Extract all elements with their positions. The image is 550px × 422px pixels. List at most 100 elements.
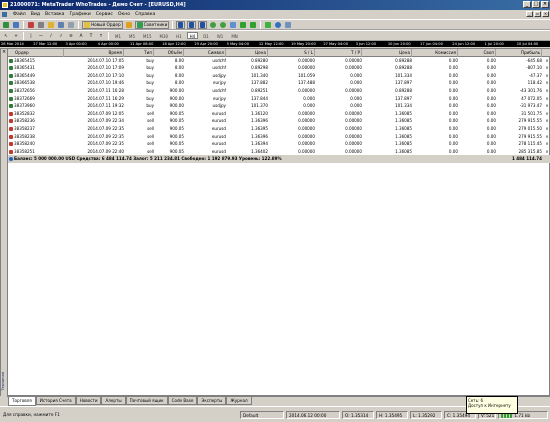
column-header-profit[interactable]: Прибыль: [498, 49, 542, 57]
menu-charts[interactable]: Графики: [70, 12, 91, 17]
timeframe-m30[interactable]: M30: [157, 32, 172, 39]
close-order-icon[interactable]: ×: [544, 87, 550, 95]
column-header-open-price[interactable]: Цена: [226, 49, 268, 57]
tab-7[interactable]: Журнал: [226, 397, 252, 405]
navigator-button[interactable]: [47, 21, 55, 29]
arrows-tool[interactable]: ↑: [97, 32, 105, 40]
menu-tools[interactable]: Сервис: [96, 12, 113, 17]
terminal-button[interactable]: [57, 21, 65, 29]
timeframe-m1[interactable]: M1: [112, 32, 124, 39]
timeframe-h1[interactable]: H1: [173, 32, 185, 39]
zoom-in-button[interactable]: [209, 21, 217, 29]
close-order-icon[interactable]: ×: [544, 57, 550, 65]
column-header-time[interactable]: Время: [64, 49, 124, 57]
tab-5[interactable]: Code Base: [167, 397, 198, 405]
fibonacci-tool[interactable]: ≡: [67, 32, 75, 40]
table-row[interactable]: 38365431 2014.07.10 17:09 buy 8.00 usdchf 0.8…: [8, 64, 550, 72]
bar-chart-button[interactable]: [176, 20, 186, 29]
timeframe-mn[interactable]: MN: [228, 32, 240, 39]
label-tool[interactable]: T: [87, 32, 95, 40]
crosshair-tool[interactable]: +: [12, 32, 20, 40]
vertical-line-tool[interactable]: |: [27, 32, 35, 40]
metaeditor-button[interactable]: [125, 21, 133, 29]
close-order-icon[interactable]: ×: [544, 72, 550, 80]
timeframe-m5[interactable]: M5: [126, 32, 138, 39]
close-order-icon[interactable]: ×: [544, 125, 550, 133]
column-header-volume[interactable]: Объём: [154, 49, 184, 57]
market-watch-button[interactable]: [27, 21, 35, 29]
menu-insert[interactable]: Вставка: [45, 12, 64, 17]
column-header-take-profit[interactable]: T / P: [316, 49, 362, 57]
close-order-icon[interactable]: ×: [544, 102, 550, 110]
column-header-symbol[interactable]: Символ: [186, 49, 226, 57]
periods-button[interactable]: [274, 21, 282, 29]
table-row[interactable]: 38366538 2014.07.10 19:46 buy 8.00 eurjpy 137…: [8, 79, 550, 87]
tester-button[interactable]: [67, 21, 75, 29]
new-order-button[interactable]: Новый Ордер: [82, 20, 123, 29]
menu-help[interactable]: Справка: [135, 12, 155, 17]
data-window-button[interactable]: [37, 21, 45, 29]
close-order-icon[interactable]: ×: [544, 117, 550, 125]
channel-tool[interactable]: ⫽: [57, 32, 65, 40]
table-row[interactable]: 38372669 2014.07.11 16:29 buy 900.00 eurjpy 1…: [8, 95, 550, 103]
close-order-icon[interactable]: ×: [544, 110, 550, 118]
tab-6[interactable]: Эксперты: [197, 397, 227, 405]
close-order-icon[interactable]: ×: [544, 64, 550, 72]
minimize-button[interactable]: _: [523, 1, 531, 8]
tab-0[interactable]: Торговля: [8, 397, 36, 406]
line-chart-button[interactable]: [198, 20, 208, 29]
timeframe-h4[interactable]: H4: [186, 32, 199, 39]
table-row[interactable]: 38358236 2014.07.09 22:34 sell 900.05 eurusd…: [8, 117, 550, 125]
auto-scroll-button[interactable]: [239, 21, 247, 29]
column-header-type[interactable]: Тип: [126, 49, 154, 57]
close-order-icon[interactable]: ×: [544, 95, 550, 103]
column-header-commission[interactable]: Комиссия: [414, 49, 458, 57]
menu-window[interactable]: Окно: [118, 12, 130, 17]
menu-view[interactable]: Вид: [31, 12, 40, 17]
column-header-order[interactable]: Ордер: [14, 49, 64, 57]
menu-file[interactable]: Файл: [13, 12, 26, 17]
new-chart-button[interactable]: [2, 21, 10, 29]
column-header-price[interactable]: Цена: [364, 49, 412, 57]
table-row[interactable]: 38358237 2014.07.09 22:35 sell 900.05 eurusd…: [8, 125, 550, 133]
close-order-icon[interactable]: ×: [544, 79, 550, 87]
close-order-icon[interactable]: ×: [544, 148, 550, 156]
cursor-tool[interactable]: ↖: [2, 32, 10, 40]
column-header-swap[interactable]: Своп: [460, 49, 496, 57]
close-order-icon[interactable]: ×: [544, 140, 550, 148]
close-order-icon[interactable]: ×: [544, 133, 550, 141]
table-row[interactable]: 38373960 2014.07.11 19:32 buy 900.00 usdjpy 1…: [8, 102, 550, 110]
tile-windows-button[interactable]: [229, 21, 237, 29]
mdi-minimize-button[interactable]: _: [526, 11, 533, 17]
table-row[interactable]: 38358251 2014.07.09 22:40 sell 900.05 eurusd…: [8, 148, 550, 156]
table-row[interactable]: 38358240 2014.07.09 22:35 sell 900.05 eurusd…: [8, 140, 550, 148]
timeframe-w1[interactable]: W1: [214, 32, 227, 39]
close-button[interactable]: ×: [541, 1, 549, 8]
advisors-button[interactable]: Советники: [134, 20, 170, 29]
mdi-restore-button[interactable]: ▫: [534, 11, 541, 17]
tab-4[interactable]: Почтовый ящик: [125, 397, 168, 405]
indicators-button[interactable]: [264, 21, 272, 29]
terminal-close-icon[interactable]: ×: [2, 49, 6, 55]
chart-window-icon[interactable]: [2, 12, 7, 17]
horizontal-line-tool[interactable]: —: [37, 32, 45, 40]
tab-2[interactable]: Новости: [75, 397, 102, 405]
templates-button[interactable]: [284, 21, 292, 29]
mdi-close-button[interactable]: ×: [542, 11, 549, 17]
table-row[interactable]: 38352832 2014.07.09 12:05 sell 900.05 eurusd…: [8, 110, 550, 118]
timeframe-m15[interactable]: M15: [140, 32, 155, 39]
chart-shift-button[interactable]: [249, 21, 257, 29]
column-header-stop-loss[interactable]: S / L: [270, 49, 315, 57]
tab-3[interactable]: Алерты: [101, 397, 126, 405]
candlestick-button[interactable]: [187, 20, 197, 29]
maximize-button[interactable]: □: [532, 1, 540, 8]
table-row[interactable]: 38358238 2014.07.09 22:35 sell 900.05 eurusd…: [8, 133, 550, 141]
table-row[interactable]: 38372656 2014.07.11 16:28 buy 900.00 usdchf 0…: [8, 87, 550, 95]
table-row[interactable]: 38365449 2014.07.10 17:10 buy 8.00 usdjpy 101…: [8, 72, 550, 80]
text-tool[interactable]: A: [77, 32, 85, 40]
trendline-tool[interactable]: /: [47, 32, 55, 40]
table-row[interactable]: 38365415 2014.07.10 17:05 buy 8.00 usdchf 0.8…: [8, 57, 550, 65]
timeframe-d1[interactable]: D1: [200, 32, 212, 39]
profiles-button[interactable]: [12, 21, 20, 29]
zoom-out-button[interactable]: [219, 21, 227, 29]
